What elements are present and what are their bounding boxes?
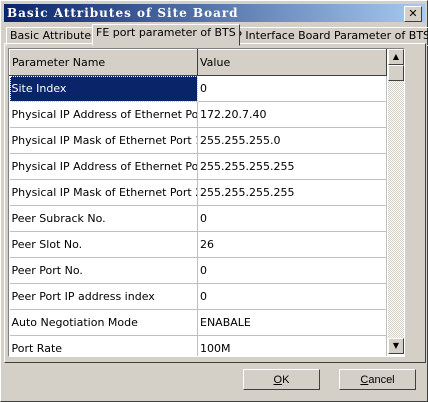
close-button[interactable]: ✕	[404, 6, 422, 22]
parameter-name-cell[interactable]: Physical IP Address of Ethernet Port 1	[9, 101, 198, 128]
table-row[interactable]: Physical IP Mask of Ethernet Port 2 255.2…	[9, 179, 387, 206]
scroll-down-arrow-icon[interactable]: ▼	[388, 338, 404, 354]
table-row[interactable]: Peer Subrack No. 0	[9, 205, 387, 232]
parameter-name-cell[interactable]: Physical IP Address of Ethernet Port 2	[9, 153, 198, 180]
cancel-label: ancel	[368, 374, 395, 386]
parameter-name-cell[interactable]: Physical IP Mask of Ethernet Port 2	[9, 179, 198, 206]
parameter-table: Parameter Name Value Site Index 0 Physical …	[8, 48, 405, 357]
parameter-name-cell[interactable]: Port Rate	[9, 335, 198, 356]
scrollbar-thumb[interactable]	[388, 65, 404, 81]
parameter-name-cell[interactable]: Physical IP Mask of Ethernet Port 1	[9, 127, 198, 154]
ok-label: K	[282, 374, 290, 386]
vertical-scrollbar[interactable]: ▲ ▼	[388, 49, 404, 354]
table-row[interactable]: Physical IP Address of Ethernet Port 1 17…	[9, 101, 387, 128]
parameter-name-cell[interactable]: Peer Port IP address index	[9, 283, 198, 310]
value-cell[interactable]: 100M	[197, 335, 387, 356]
value-cell[interactable]: 255.255.255.255	[197, 179, 387, 206]
parameter-name-cell[interactable]: Peer Port No.	[9, 257, 198, 284]
table-row[interactable]: Port Rate 100M	[9, 335, 387, 356]
tab-fe-port-parameter[interactable]: FE port parameter of BTS	[92, 24, 240, 46]
value-cell[interactable]: 0	[197, 75, 387, 102]
column-header-parameter-name[interactable]: Parameter Name	[9, 49, 198, 76]
value-cell[interactable]: 255.255.255.255	[197, 153, 387, 180]
value-cell[interactable]: 0	[197, 257, 387, 284]
value-cell[interactable]: 0	[197, 205, 387, 232]
value-cell[interactable]: 255.255.255.0	[197, 127, 387, 154]
table-row[interactable]: Auto Negotiation Mode ENABALE	[9, 309, 387, 336]
parameter-name-cell[interactable]: Auto Negotiation Mode	[9, 309, 198, 336]
value-cell[interactable]: 0	[197, 283, 387, 310]
parameter-name-cell[interactable]: Peer Slot No.	[9, 231, 198, 258]
value-cell[interactable]: ENABALE	[197, 309, 387, 336]
title-bar: Basic Attributes of Site Board ✕	[4, 4, 425, 22]
parameter-name-cell[interactable]: Peer Subrack No.	[9, 205, 198, 232]
window-title: Basic Attributes of Site Board	[7, 6, 239, 20]
ok-button[interactable]: OK	[243, 369, 320, 390]
value-cell[interactable]: 172.20.7.40	[197, 101, 387, 128]
column-header-value[interactable]: Value	[197, 49, 387, 76]
ok-accelerator: O	[273, 374, 283, 386]
value-cell[interactable]: 26	[197, 231, 387, 258]
dialog-window: Basic Attributes of Site Board ✕ Basic A…	[0, 0, 428, 402]
table-row[interactable]: Peer Port IP address index 0	[9, 283, 387, 310]
cancel-button[interactable]: Cancel	[339, 369, 416, 390]
parameter-name-cell[interactable]: Site Index	[9, 75, 198, 102]
table-row[interactable]: Physical IP Address of Ethernet Port 2 25…	[9, 153, 387, 180]
table-row[interactable]: Site Index 0	[9, 75, 387, 102]
table-row[interactable]: Peer Port No. 0	[9, 257, 387, 284]
table-row[interactable]: Peer Slot No. 26	[9, 231, 387, 258]
table-row[interactable]: Physical IP Mask of Ethernet Port 1 255.2…	[9, 127, 387, 154]
scroll-up-arrow-icon[interactable]: ▲	[388, 49, 404, 65]
